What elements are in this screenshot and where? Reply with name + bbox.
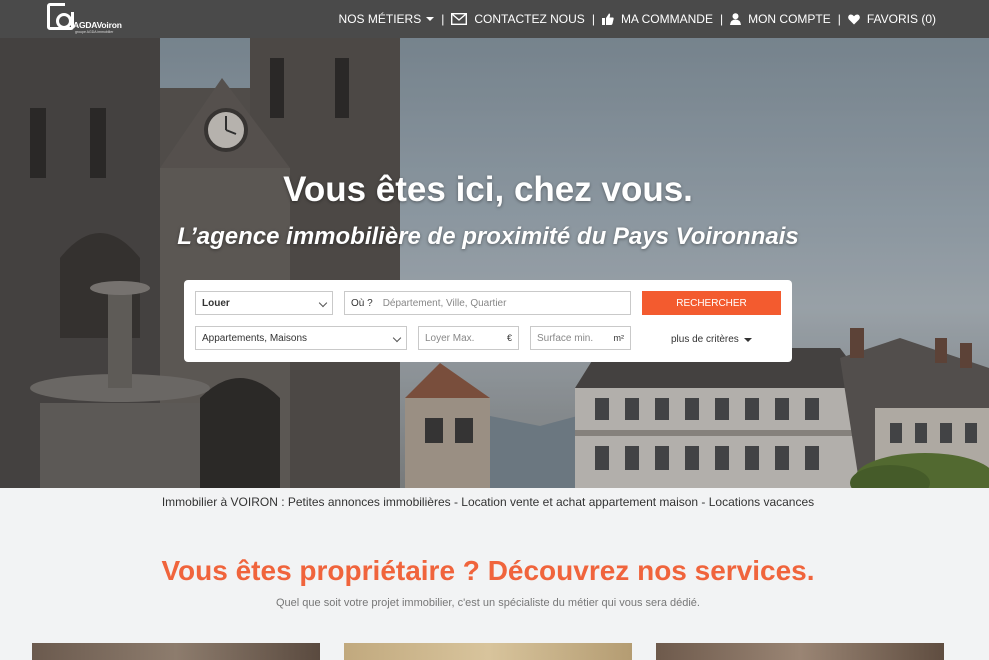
heart-icon bbox=[848, 13, 860, 25]
service-card-image[interactable] bbox=[344, 643, 632, 660]
property-type-select[interactable]: Appartements, Maisons bbox=[195, 326, 407, 350]
more-criteria-label: plus de critères bbox=[671, 334, 739, 345]
transaction-type-value: Louer bbox=[202, 297, 230, 309]
min-area-field[interactable]: m² bbox=[530, 326, 631, 350]
location-prefix: Où ? bbox=[351, 297, 373, 309]
caret-down-icon bbox=[743, 337, 752, 342]
thumbs-up-icon bbox=[601, 13, 614, 25]
nav-nos-metiers[interactable]: NOS MÉTIERS bbox=[339, 12, 435, 26]
logo-name: AGDAVoiron bbox=[73, 20, 122, 30]
transaction-type-select[interactable]: Louer bbox=[195, 291, 333, 315]
main-nav: NOS MÉTIERS | CONTACTEZ NOUS | MA COMMAN… bbox=[339, 0, 936, 38]
more-criteria-toggle[interactable]: plus de critères bbox=[671, 334, 752, 345]
nav-separator: | bbox=[441, 12, 445, 26]
service-card-image[interactable] bbox=[656, 643, 944, 660]
nav-label: FAVORIS (0) bbox=[866, 12, 936, 26]
nav-label: MA COMMANDE bbox=[620, 12, 713, 26]
nav-contactez-nous[interactable]: CONTACTEZ NOUS bbox=[451, 12, 585, 26]
hero-title: Vous êtes ici, chez vous. bbox=[283, 170, 693, 209]
logo-subtitle: groupe AGDA immobilier bbox=[75, 30, 114, 34]
property-type-value: Appartements, Maisons bbox=[202, 332, 308, 344]
caret-down-icon bbox=[426, 17, 435, 21]
nav-label: MON COMPTE bbox=[748, 12, 831, 26]
nav-separator: | bbox=[719, 12, 724, 26]
max-rent-input[interactable] bbox=[425, 332, 495, 344]
area-unit: m² bbox=[613, 333, 625, 343]
services-subtitle: Quel que soit votre projet immobilier, c… bbox=[276, 597, 700, 609]
min-area-input[interactable] bbox=[537, 332, 607, 344]
hero-overlay bbox=[0, 38, 989, 488]
rent-unit: € bbox=[506, 333, 512, 343]
nav-ma-commande[interactable]: MA COMMANDE bbox=[601, 12, 713, 26]
nav-favoris[interactable]: FAVORIS (0) bbox=[848, 12, 936, 26]
max-rent-field[interactable]: € bbox=[418, 326, 519, 350]
nav-label: CONTACTEZ NOUS bbox=[474, 12, 585, 26]
nav-separator: | bbox=[591, 12, 595, 26]
top-navbar: AGDAVoiron groupe AGDA immobilier NOS MÉ… bbox=[0, 0, 989, 38]
chevron-down-icon bbox=[392, 333, 402, 343]
service-card-image[interactable] bbox=[32, 643, 320, 660]
chevron-down-icon bbox=[318, 298, 328, 308]
seo-tagline: Immobilier à VOIRON : Petites annonces i… bbox=[161, 495, 815, 509]
user-icon bbox=[730, 13, 742, 25]
location-field[interactable]: Où ? bbox=[344, 291, 631, 315]
agda-voiron-logo[interactable]: AGDAVoiron groupe AGDA immobilier bbox=[47, 3, 127, 35]
hero-banner: Vous êtes ici, chez vous. L’agence immob… bbox=[0, 38, 989, 488]
hero-subtitle: L’agence immobilière de proximité du Pay… bbox=[177, 223, 799, 250]
search-button[interactable]: RECHERCHER bbox=[642, 291, 781, 315]
nav-mon-compte[interactable]: MON COMPTE bbox=[730, 12, 831, 26]
nav-label: NOS MÉTIERS bbox=[338, 12, 422, 26]
logo-mark-icon bbox=[47, 3, 74, 30]
location-input[interactable] bbox=[382, 297, 613, 309]
services-title: Vous êtes propriétaire ? Découvrez nos s… bbox=[161, 555, 815, 586]
nav-separator: | bbox=[837, 12, 841, 26]
property-search-form: Louer Où ? RECHERCHER Appartements, Mais… bbox=[184, 280, 792, 362]
envelope-icon bbox=[451, 13, 468, 25]
